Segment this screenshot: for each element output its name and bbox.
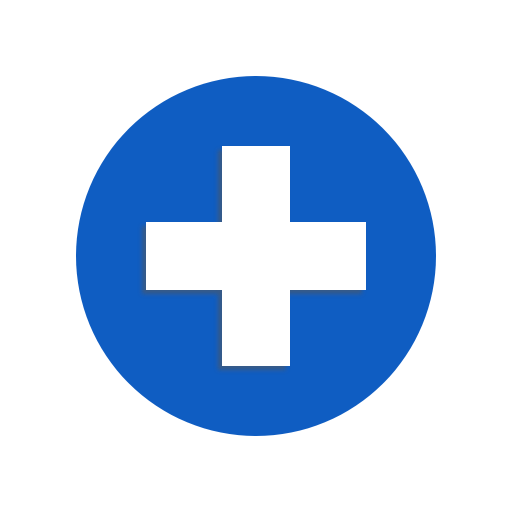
plus-icon [146,146,366,366]
plus-shape [146,146,366,366]
add-button-canvas [0,0,512,512]
